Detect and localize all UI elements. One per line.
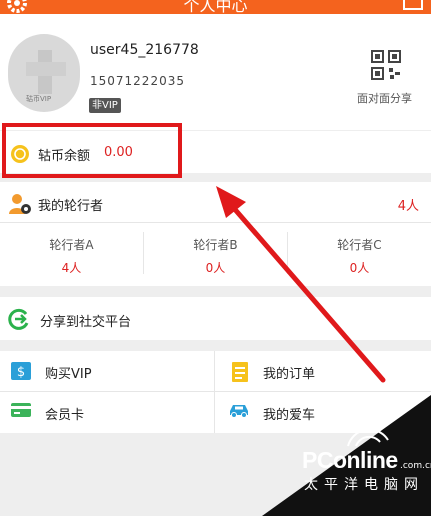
watermark-domain: .com.cn [400, 461, 431, 471]
watermark-background [262, 395, 431, 516]
watermark-brand: PConline [302, 447, 398, 473]
watermark-cn: 太平洋电脑网 [304, 477, 424, 493]
